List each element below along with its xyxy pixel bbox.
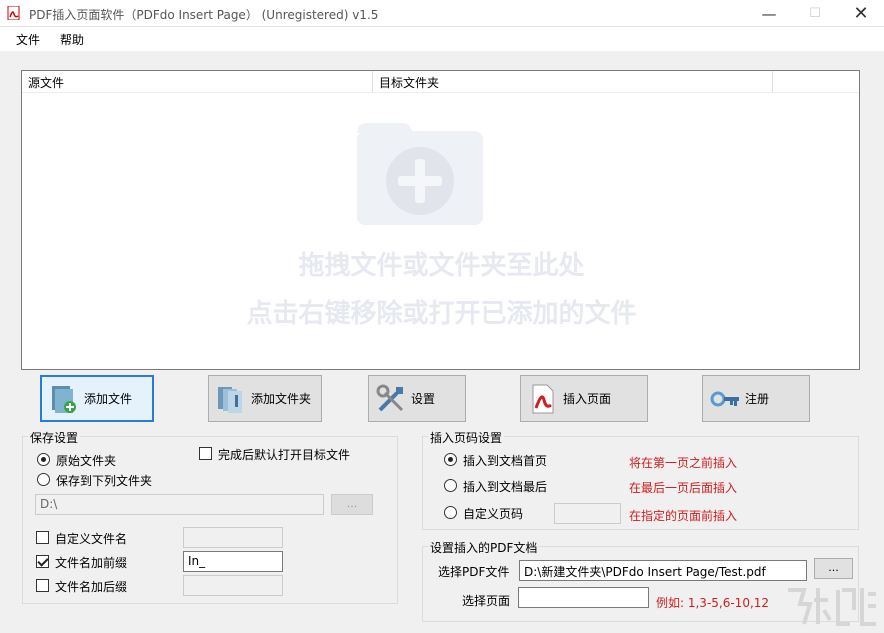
add-file-icon — [52, 385, 76, 413]
radio-custom-folder-label[interactable]: 保存到下列文件夹 — [56, 472, 152, 489]
close-icon[interactable]: ✕ — [838, 0, 884, 27]
add-file-label: 添加文件 — [84, 392, 133, 406]
radio-insert-first-label[interactable]: 插入到文档首页 — [463, 452, 547, 469]
checkbox-prefix[interactable] — [36, 555, 49, 568]
checkbox-prefix-label[interactable]: 文件名加前缀 — [55, 554, 127, 571]
radio-insert-last-label[interactable]: 插入到文档最后 — [463, 478, 547, 495]
radio-insert-last[interactable] — [444, 479, 457, 492]
select-page-input[interactable] — [518, 587, 649, 608]
pdf-settings-title: 设置插入的PDF文档 — [428, 539, 540, 556]
app-pdf-icon — [7, 6, 20, 20]
menu-file[interactable]: 文件 — [16, 31, 40, 48]
checkbox-open-after-label[interactable]: 完成后默认打开目标文件 — [218, 446, 350, 463]
title-bar: PDF插入页面软件（PDFdo Insert Page） (Unregister… — [0, 0, 884, 27]
add-folder-button[interactable]: 添加文件夹 — [208, 375, 322, 422]
pdf-file-path-input[interactable]: D:\新建文件夹\PDFdo Insert Page/Test.pdf — [519, 560, 807, 581]
page-example-hint: 例如: 1,3-5,6-10,12 — [656, 596, 770, 610]
output-folder-input[interactable]: D:\ — [35, 494, 324, 515]
insert-settings-title: 插入页码设置 — [428, 429, 505, 446]
menu-help[interactable]: 帮助 — [60, 31, 84, 48]
menu-bar: 文件 帮助 — [0, 27, 884, 51]
radio-original-folder[interactable] — [37, 453, 50, 466]
add-file-button[interactable]: 添加文件 — [40, 375, 154, 422]
radio-custom-page-label[interactable]: 自定义页码 — [463, 505, 523, 522]
custom-name-input[interactable] — [183, 527, 283, 548]
pdf-icon — [532, 384, 554, 413]
register-button[interactable]: 注册 — [702, 375, 810, 422]
column-divider[interactable] — [772, 71, 773, 92]
settings-label: 设置 — [411, 392, 436, 406]
insert-page-label: 插入页面 — [563, 392, 612, 406]
column-source-file[interactable]: 源文件 — [28, 74, 64, 91]
custom-page-input[interactable] — [554, 503, 621, 524]
radio-original-folder-label[interactable]: 原始文件夹 — [56, 452, 116, 469]
drop-hint-line2: 点击右键移除或打开已添加的文件 — [246, 299, 637, 329]
maximize-icon[interactable]: ☐ — [792, 0, 838, 27]
checkbox-suffix[interactable] — [36, 579, 49, 592]
window-title: PDF插入页面软件（PDFdo Insert Page） (Unregister… — [29, 8, 379, 22]
folder-add-icon — [357, 123, 483, 225]
checkbox-custom-name-label[interactable]: 自定义文件名 — [55, 530, 127, 547]
output-folder-browse-button[interactable]: ... — [331, 494, 373, 515]
column-divider[interactable] — [372, 71, 373, 92]
hint-insert-first: 将在第一页之前插入 — [629, 456, 738, 470]
radio-custom-folder[interactable] — [37, 473, 50, 486]
register-label: 注册 — [745, 392, 770, 406]
hint-insert-last: 在最后一页后面插入 — [629, 481, 738, 495]
column-target-folder[interactable]: 目标文件夹 — [379, 74, 439, 91]
settings-button[interactable]: 设置 — [368, 375, 466, 422]
radio-insert-first[interactable] — [444, 453, 457, 466]
checkbox-open-after[interactable] — [199, 447, 212, 460]
settings-tools-icon — [376, 384, 404, 411]
checkbox-suffix-label[interactable]: 文件名加后缀 — [55, 578, 127, 595]
select-pdf-file-label: 选择PDF文件 — [438, 565, 510, 579]
radio-custom-page[interactable] — [444, 506, 457, 519]
prefix-input[interactable]: In_ — [183, 551, 283, 572]
pdf-file-browse-button[interactable]: ... — [814, 558, 853, 579]
file-list[interactable]: 源文件 目标文件夹 拖拽文件或文件夹至此处 点击右键移除或打开已添加的文件 — [21, 70, 860, 370]
save-settings-title: 保存设置 — [28, 429, 81, 446]
add-folder-label: 添加文件夹 — [251, 392, 312, 406]
watermark-logo — [788, 588, 876, 626]
minimize-icon[interactable]: — — [746, 0, 792, 27]
add-folder-icon — [218, 386, 242, 413]
list-header: 源文件 目标文件夹 — [22, 71, 859, 93]
insert-page-button[interactable]: 插入页面 — [520, 375, 648, 422]
suffix-input[interactable] — [183, 575, 283, 596]
key-icon — [710, 391, 739, 406]
hint-custom-page: 在指定的页面前插入 — [629, 509, 738, 523]
drop-hint-line1: 拖拽文件或文件夹至此处 — [298, 251, 585, 281]
select-page-label: 选择页面 — [462, 594, 511, 608]
checkbox-custom-name[interactable] — [36, 531, 49, 544]
